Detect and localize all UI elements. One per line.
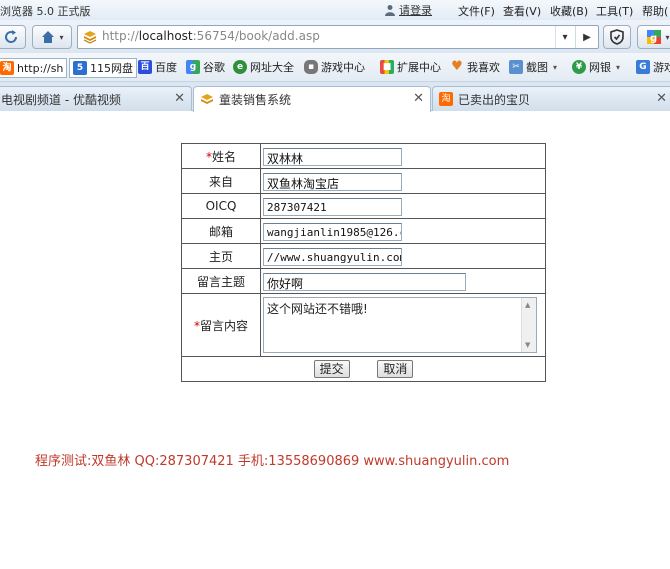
user-icon [385, 5, 395, 16]
fav-game[interactable]: G 游戏 [636, 58, 670, 76]
form-row-name: *姓名 双林林 [181, 143, 546, 169]
oicq-input[interactable]: 287307421 [263, 198, 402, 216]
menu-view[interactable]: 查看(V) [503, 3, 541, 19]
tab-youku[interactable]: 电视剧频道 - 优酷视频 ✕ [0, 86, 192, 111]
name-input[interactable]: 双林林 [263, 148, 402, 166]
form-row-oicq: OICQ 287307421 [181, 193, 546, 219]
tab-bar: 电视剧频道 - 优酷视频 ✕ 童装销售系统 ✕ 淘 已卖出的宝贝 ✕ [0, 82, 670, 112]
fav-screenshot[interactable]: ✂ 截图 ▾ [509, 58, 557, 76]
cancel-button[interactable]: 取消 [377, 360, 414, 378]
tab-label: 童装销售系统 [219, 93, 292, 107]
guestbook-form: *姓名 双林林 来自 双鱼林淘宝店 OICQ 287307421 邮箱 wang… [181, 143, 546, 382]
address-input[interactable]: http://localhost:56754/book/add.asp ▾ ▶ [77, 25, 599, 49]
footer-credits: 程序测试:双鱼林 QQ:287307421 手机:13558690869 www… [35, 454, 510, 469]
chevron-down-icon: ▾ [553, 62, 558, 72]
fav-google[interactable]: g 谷歌 [186, 58, 225, 76]
go-button[interactable]: ▶ [575, 26, 598, 48]
menu-file[interactable]: 文件(F) [458, 3, 495, 19]
browser-title: 浏览器 5.0 正式版 [0, 5, 91, 18]
homepage-input[interactable]: //www.shuangyulin.com [263, 248, 402, 266]
screenshot-icon: ✂ [509, 60, 523, 74]
fav-nav[interactable]: e 网址大全 [233, 58, 294, 76]
subject-input[interactable]: 你好啊 [263, 273, 466, 291]
subject-label: 留言主题 [181, 268, 261, 294]
chevron-down-icon: ▾ [665, 32, 670, 42]
url-dropdown-button[interactable]: ▾ [555, 26, 574, 48]
extension-icon: ■ [380, 60, 394, 74]
baidu-icon: 百 [138, 60, 152, 74]
shield-icon [610, 29, 624, 45]
close-icon[interactable]: ✕ [413, 91, 424, 106]
form-row-content: *留言内容 这个网站还不错哦! ▲ ▼ [181, 293, 546, 357]
home-button[interactable]: ▾ [32, 25, 72, 49]
email-label: 邮箱 [181, 218, 261, 244]
title-bar: 浏览器 5.0 正式版 请登录 文件(F) 查看(V) 收藏(B) 工具(T) … [0, 0, 670, 20]
site-favicon-icon [83, 31, 97, 44]
content-textarea[interactable]: 这个网站还不错哦! ▲ ▼ [263, 297, 537, 353]
tab-sold-items[interactable]: 淘 已卖出的宝贝 ✕ [432, 86, 670, 111]
refresh-button[interactable] [0, 25, 26, 49]
chevron-down-icon: ▾ [562, 31, 568, 43]
115-icon: 5 [73, 61, 87, 75]
navigation-bar: ▾ http://localhost:56754/book/add.asp ▾ … [0, 20, 670, 53]
bank-icon: ¥ [572, 60, 586, 74]
security-button[interactable] [603, 25, 631, 49]
menu-favorites[interactable]: 收藏(B) [550, 3, 588, 19]
game-icon: G [636, 60, 650, 74]
submit-button[interactable]: 提交 [313, 360, 350, 378]
play-arrow-icon: ▶ [583, 31, 591, 43]
homepage-label: 主页 [181, 243, 261, 269]
fav-taobao[interactable]: 淘 http://sh [0, 58, 68, 78]
refresh-icon [5, 30, 18, 43]
oicq-label: OICQ [181, 193, 261, 219]
form-row-email: 邮箱 wangjianlin1985@126.c [181, 218, 546, 244]
chevron-down-icon: ▾ [616, 62, 621, 72]
fav-bank[interactable]: ¥ 网银 ▾ [572, 58, 620, 76]
tab-label: 已卖出的宝贝 [458, 92, 531, 107]
fav-baidu[interactable]: 百百度 [138, 58, 177, 76]
taobao-icon: 淘 [439, 92, 453, 106]
svg-text:g: g [650, 33, 657, 44]
fav-like[interactable]: ♥ 我喜欢 [450, 58, 500, 76]
form-row-actions: 提交 取消 [181, 356, 546, 382]
home-icon [42, 31, 55, 43]
google-icon: g [647, 30, 662, 44]
login-link[interactable]: 请登录 [384, 2, 432, 18]
menu-tools[interactable]: 工具(T) [596, 3, 633, 19]
email-input[interactable]: wangjianlin1985@126.c [263, 223, 402, 241]
tab-childrens-clothing[interactable]: 童装销售系统 ✕ [193, 86, 431, 112]
tab-label: 电视剧频道 - 优酷视频 [1, 92, 121, 107]
name-label: *姓名 [181, 143, 261, 169]
close-icon[interactable]: ✕ [656, 91, 667, 106]
url-text: http://localhost:56754/book/add.asp [102, 29, 320, 43]
form-row-homepage: 主页 //www.shuangyulin.com [181, 243, 546, 269]
site-favicon-icon [201, 93, 213, 104]
content-text: 这个网站还不错哦! [267, 302, 368, 316]
heart-icon: ♥ [451, 59, 463, 74]
scroll-down-icon: ▼ [525, 341, 531, 349]
content-label: *留言内容 [181, 293, 261, 357]
fav-115[interactable]: 5 115网盘 [69, 58, 137, 78]
google-icon: g [186, 60, 200, 74]
search-engine-button[interactable]: g ▾ [637, 25, 670, 49]
form-row-subject: 留言主题 你好啊 [181, 268, 546, 294]
fav-extensions[interactable]: ■ 扩展中心 [380, 58, 441, 76]
scroll-up-icon: ▲ [525, 301, 531, 309]
fav-game-center[interactable]: ▪ 游戏中心 [304, 58, 365, 76]
textarea-scrollbar[interactable]: ▲ ▼ [521, 298, 536, 352]
from-label: 来自 [181, 168, 261, 194]
taobao-icon: 淘 [0, 61, 14, 75]
nav-icon: e [233, 60, 247, 74]
favorites-bar: 淘 http://sh 5 115网盘 百百度 g 谷歌 e 网址大全 ▪ 游戏中心 ■ 扩… [0, 53, 670, 82]
menu-help[interactable]: 帮助( [642, 3, 668, 19]
form-row-from: 来自 双鱼林淘宝店 [181, 168, 546, 194]
chevron-down-icon: ▾ [59, 32, 64, 42]
from-input[interactable]: 双鱼林淘宝店 [263, 173, 402, 191]
close-icon[interactable]: ✕ [174, 91, 185, 106]
gamepad-icon: ▪ [304, 60, 318, 74]
